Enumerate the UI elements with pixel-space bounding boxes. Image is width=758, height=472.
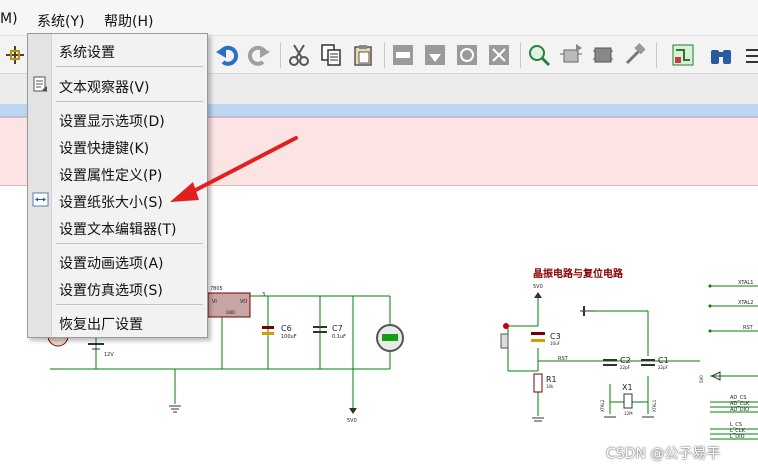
vcc-label-right: 5V0 [533, 284, 543, 290]
regulator-part-label: 7805 [210, 286, 223, 292]
menu-item-property-definitions[interactable]: 设置属性定义(P) [28, 161, 207, 185]
menu-item-sheet-size[interactable]: 设置纸张大小(S) [28, 188, 207, 212]
sheet-size-icon [32, 191, 49, 208]
menu-item-display-options[interactable]: 设置显示选项(D) [28, 107, 207, 131]
schematic-section-title: 晶振电路与复位电路 [533, 267, 624, 280]
menu-item-system-settings[interactable]: 系统设置 [28, 38, 207, 62]
block-copy-icon[interactable] [388, 40, 418, 70]
menu-divider [56, 66, 203, 67]
menu-item-partial[interactable]: M) [0, 11, 18, 27]
battery-voltage-label: 12V [104, 352, 114, 358]
menu-item-label: 恢复出厂设置 [59, 317, 143, 333]
menu-divider [56, 101, 203, 102]
search-icon[interactable] [706, 40, 736, 70]
menu-item-shortcut-keys[interactable]: 设置快捷键(K) [28, 134, 207, 158]
toolbar-separator [280, 42, 281, 68]
menu-item-text-viewer[interactable]: 文本观察器(V) [28, 73, 207, 97]
menu-divider [56, 243, 203, 244]
menu-item-label: 设置仿真选项(S) [59, 283, 163, 299]
xtal1-net-label: XTAL1 [652, 399, 657, 412]
menu-item-label: 设置属性定义(P) [59, 168, 163, 184]
mcu-ea-label: 5V0 [699, 375, 704, 383]
property-assign-icon[interactable] [740, 40, 758, 70]
copy-icon[interactable] [316, 40, 346, 70]
c2-value: 22pF [620, 365, 631, 370]
menu-item-label: 设置显示选项(D) [59, 114, 165, 130]
make-device-icon[interactable] [556, 40, 586, 70]
menu-item-label: 系统设置 [59, 45, 115, 61]
cut-icon[interactable] [284, 40, 314, 70]
paste-icon[interactable] [348, 40, 378, 70]
menu-item-label: 文本观察器(V) [59, 80, 150, 96]
c1-label: C1 [658, 356, 669, 365]
r1-label: R1 [546, 375, 557, 384]
menu-item-label: 设置文本编辑器(T) [59, 222, 177, 238]
regulator-gnd-label: GND [226, 310, 235, 315]
rst-net-label: RST [558, 356, 569, 362]
menu-divider [56, 304, 203, 305]
node-number: 3 [262, 292, 265, 298]
menu-item-text-editor[interactable]: 设置文本编辑器(T) [28, 215, 207, 239]
menu-bar: M) 系统(Y) 帮助(H) [0, 0, 758, 36]
x1-value: 12M [624, 411, 633, 416]
menu-item-simulation-options[interactable]: 设置仿真选项(S) [28, 276, 207, 300]
c3-value: 10uF [550, 341, 561, 346]
x1-label: X1 [622, 383, 633, 392]
ad-dio-label: AD_DIO [730, 407, 749, 413]
block-delete-icon[interactable] [484, 40, 514, 70]
c1-value: 22pF [658, 365, 669, 370]
xtal2-net-label: XTAL2 [600, 399, 605, 412]
packaging-tool-icon[interactable] [588, 40, 618, 70]
watermark: CSDN @公子易平 [606, 446, 721, 462]
l-dio-label: L_DIO [730, 434, 745, 440]
zoom-pick-icon[interactable] [524, 40, 554, 70]
block-move-icon[interactable] [420, 40, 450, 70]
c6-label: C6 [281, 324, 292, 333]
wire-autorouter-icon[interactable] [668, 40, 698, 70]
regulator-vi-label: VI [212, 299, 217, 305]
mcu-rst-label: RST [743, 325, 754, 331]
toolbar-separator [656, 42, 657, 68]
block-rotate-icon[interactable] [452, 40, 482, 70]
menu-item-label: 设置动画选项(A) [59, 256, 164, 272]
mcu-xtal1-label: XTAL1 [738, 280, 753, 286]
mcu-xtal2-label: XTAL2 [738, 300, 753, 306]
toolbar-separator [384, 42, 385, 68]
system-menu-dropdown: 系统设置 文本观察器(V) 设置显示选项(D) 设置快捷键(K) 设置属性定义(… [27, 33, 208, 338]
c6-value: 100uF [281, 334, 297, 340]
c7-value: 0.1uF [332, 334, 346, 340]
crosshair-icon[interactable] [0, 40, 30, 70]
menu-item-label: 设置快捷键(K) [59, 141, 150, 157]
c2-label: C2 [620, 356, 631, 365]
menu-item-restore-defaults[interactable]: 恢复出厂设置 [28, 310, 207, 334]
menu-system[interactable]: 系统(Y) [37, 11, 84, 31]
redo-icon[interactable] [244, 40, 274, 70]
toolbar-separator [520, 42, 521, 68]
c7-label: C7 [332, 324, 343, 333]
vcc-label-left: 5V0 [347, 418, 357, 424]
undo-icon[interactable] [212, 40, 242, 70]
c3-label: C3 [550, 332, 561, 341]
menu-item-label: 设置纸张大小(S) [59, 195, 163, 211]
menu-item-animation-options[interactable]: 设置动画选项(A) [28, 249, 207, 273]
regulator-vo-label: VO [240, 299, 247, 305]
menu-help[interactable]: 帮助(H) [104, 11, 153, 31]
text-viewer-icon [32, 76, 49, 93]
decompose-icon[interactable] [620, 40, 650, 70]
r1-value: 10k [546, 384, 554, 389]
